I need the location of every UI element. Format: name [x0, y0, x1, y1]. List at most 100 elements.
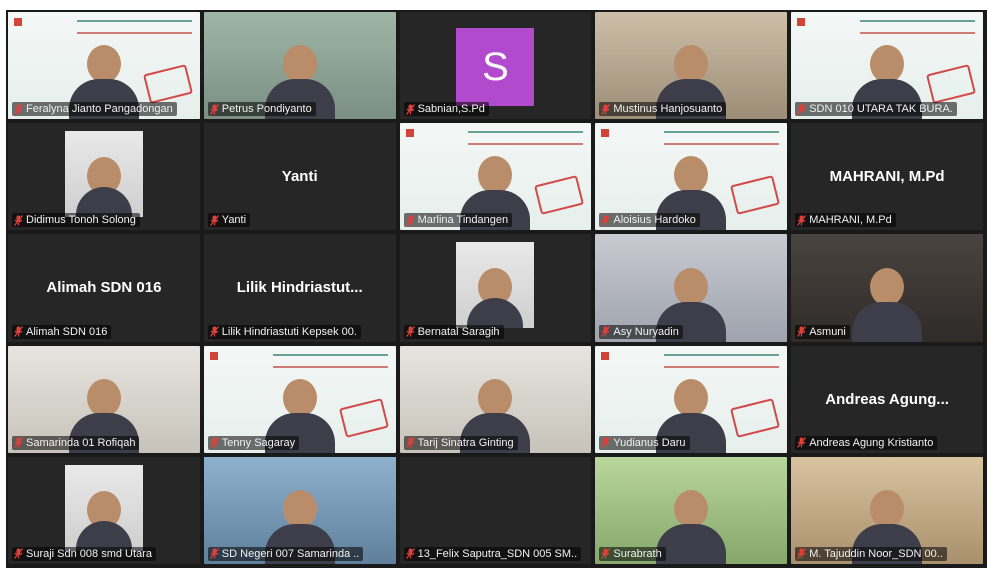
slide-stamp — [730, 175, 781, 216]
participant-tile[interactable]: SDN 010 UTARA TAK BURA. — [791, 12, 983, 120]
participant-name: Petrus Pondiyanto — [221, 103, 312, 116]
participant-name: Feralyna Jianto Pangadongan — [26, 103, 173, 116]
participant-name: Asy Nuryadin — [613, 325, 679, 338]
microphone-muted-icon — [405, 548, 415, 560]
participant-tile[interactable]: MAHRANI, M.Pd MAHRANI, M.Pd — [791, 123, 983, 231]
participant-name: Sabnian,S.Pd — [417, 103, 485, 116]
participant-display-name: Alimah SDN 016 — [46, 279, 162, 297]
participant-tile[interactable]: Andreas Agung... Andreas Agung Kristiant… — [791, 345, 983, 453]
participant-tile[interactable]: Petrus Pondiyanto — [203, 12, 396, 120]
participant-display-name: Lilik Hindriastut... — [236, 279, 363, 297]
participant-nametag: 13_Felix Saputra_SDN 005 SM.. — [403, 546, 582, 561]
microphone-muted-icon — [797, 214, 807, 226]
video-inset — [456, 242, 535, 329]
participant-tile[interactable]: M. Tajuddin Noor_SDN 00.. — [791, 456, 983, 564]
participant-name: Mustinus Hanjosuanto — [613, 103, 723, 116]
participant-name: Suraji Sdn 008 smd Utara — [26, 547, 152, 560]
participant-tile[interactable]: Alimah SDN 016 Alimah SDN 016 — [8, 234, 200, 342]
slide-title-lines — [76, 20, 192, 34]
participant-nametag: Feralyna Jianto Pangadongan — [12, 102, 177, 117]
microphone-muted-icon — [601, 437, 611, 449]
participant-nametag: Lilik Hindriastuti Kepsek 00. — [207, 324, 361, 339]
participant-name: Bernatal Saragih — [417, 325, 500, 338]
participant-nametag: Yanti — [207, 213, 251, 228]
microphone-muted-icon — [601, 103, 611, 115]
participant-tile[interactable]: Marlina Tindangen — [399, 123, 592, 231]
slide-stamp — [926, 64, 976, 105]
participant-tile[interactable]: SD Negeri 007 Samarinda .. — [203, 456, 396, 564]
microphone-muted-icon — [209, 326, 219, 337]
participant-name: Tenny Sagaray — [221, 436, 296, 449]
person-silhouette — [852, 267, 923, 342]
participant-name: Aloisius Hardoko — [613, 214, 696, 227]
participant-name: Tarij Sinatra Ginting — [417, 436, 514, 449]
participant-display-name: Andreas Agung... — [825, 390, 949, 408]
participant-tile[interactable]: Lilik Hindriastut... Lilik Hindriastuti … — [203, 234, 396, 342]
microphone-muted-icon — [14, 103, 23, 115]
participant-nametag: Samarinda 01 Rofiqah — [12, 435, 140, 450]
participant-tile[interactable]: S Sabnian,S.Pd — [399, 12, 592, 120]
participant-tile[interactable]: 13_Felix Saputra_SDN 005 SM.. — [399, 456, 592, 564]
participant-name: M. Tajuddin Noor_SDN 00.. — [809, 547, 943, 560]
participant-display-name: MAHRANI, M.Pd — [829, 168, 945, 186]
participant-nametag: Tenny Sagaray — [207, 435, 300, 450]
participant-tile[interactable]: Feralyna Jianto Pangadongan — [8, 12, 200, 120]
participant-name: Yanti — [221, 214, 247, 227]
slide-title-lines — [664, 353, 780, 368]
person-silhouette — [467, 268, 524, 329]
participant-name: Yudianus Daru — [613, 436, 686, 449]
participant-nametag: Tarij Sinatra Ginting — [403, 435, 518, 450]
participant-tile[interactable]: Tarij Sinatra Ginting — [399, 345, 592, 453]
participant-tile[interactable]: Tenny Sagaray — [203, 345, 396, 453]
slide-title-lines — [468, 131, 584, 146]
participant-nametag: Didimus Tonoh Solong — [12, 213, 140, 228]
participant-tile[interactable]: Yanti Yanti — [203, 123, 396, 231]
participant-tile[interactable]: Suraji Sdn 008 smd Utara — [8, 456, 200, 564]
participant-nametag: Alimah SDN 016 — [12, 324, 112, 339]
participant-name: Andreas Agung Kristianto — [809, 436, 934, 449]
participant-name: Asmuni — [809, 325, 846, 338]
participant-name: SDN 010 UTARA TAK BURA. — [809, 103, 953, 116]
gallery-grid: Feralyna Jianto Pangadongan Petrus Pondi… — [6, 10, 987, 568]
person-silhouette — [75, 157, 132, 218]
participant-nametag: Asy Nuryadin — [599, 324, 683, 339]
participant-nametag: M. Tajuddin Noor_SDN 00.. — [795, 546, 947, 561]
microphone-muted-icon — [14, 214, 23, 226]
video-inset — [64, 131, 143, 218]
participant-nametag: MAHRANI, M.Pd — [795, 213, 896, 228]
microphone-muted-icon — [601, 214, 611, 226]
participant-tile[interactable]: Didimus Tonoh Solong — [8, 123, 200, 231]
slide-title-lines — [859, 20, 975, 34]
participant-tile[interactable]: Yudianus Daru — [595, 345, 788, 453]
participant-name: Didimus Tonoh Solong — [26, 214, 136, 227]
participant-tile[interactable]: Samarinda 01 Rofiqah — [8, 345, 200, 453]
slide-stamp — [142, 64, 193, 105]
participant-name: Lilik Hindriastuti Kepsek 00. — [221, 325, 357, 338]
participant-display-name: Yanti — [281, 168, 318, 186]
participant-nametag: SD Negeri 007 Samarinda .. — [207, 546, 364, 561]
participant-tile[interactable]: Aloisius Hardoko — [595, 123, 788, 231]
participant-nametag: Asmuni — [795, 324, 850, 339]
participant-tile[interactable]: Asy Nuryadin — [595, 234, 788, 342]
participant-tile[interactable]: Surabrath — [595, 456, 788, 564]
person-silhouette — [656, 489, 727, 564]
participant-tile[interactable]: Bernatal Saragih — [399, 234, 592, 342]
participant-tile[interactable]: Asmuni — [791, 234, 983, 342]
microphone-muted-icon — [209, 548, 219, 560]
participant-nametag: SDN 010 UTARA TAK BURA. — [795, 102, 957, 117]
participant-nametag: Petrus Pondiyanto — [207, 102, 316, 117]
participant-nametag: Surabrath — [599, 546, 666, 561]
participant-nametag: Mustinus Hanjosuanto — [599, 102, 727, 117]
participant-nametag: Bernatal Saragih — [403, 324, 504, 339]
microphone-muted-icon — [797, 326, 807, 337]
microphone-muted-icon — [405, 437, 415, 449]
microphone-muted-icon — [209, 214, 219, 226]
participant-name: SD Negeri 007 Samarinda .. — [221, 547, 360, 560]
participant-tile[interactable]: Mustinus Hanjosuanto — [595, 12, 788, 120]
slide-title-lines — [272, 353, 388, 368]
microphone-muted-icon — [405, 326, 415, 337]
microphone-muted-icon — [797, 103, 807, 115]
microphone-muted-icon — [797, 548, 807, 560]
microphone-muted-icon — [14, 437, 23, 449]
participant-name: MAHRANI, M.Pd — [809, 214, 892, 227]
